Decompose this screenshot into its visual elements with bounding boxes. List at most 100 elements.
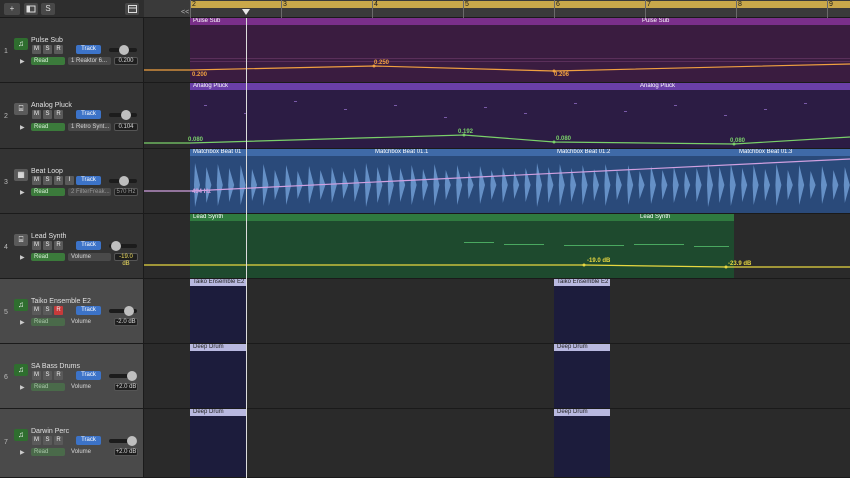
- track-lane-pulse-sub[interactable]: Pulse Sub Pulse Sub 0.200 0.250 0.206: [144, 18, 850, 83]
- mute-button[interactable]: M: [32, 110, 41, 119]
- mute-button[interactable]: M: [32, 371, 41, 380]
- track-automation-button[interactable]: Track: [76, 241, 101, 250]
- fader-knob[interactable]: [127, 436, 137, 446]
- record-enable-button[interactable]: R: [54, 371, 63, 380]
- region-title-bar[interactable]: Deep Drum: [190, 409, 246, 416]
- automation-parameter-select[interactable]: 1 Retro Synt...: [68, 123, 111, 131]
- region-title-bar[interactable]: Deep Drum: [190, 344, 246, 351]
- solo-button[interactable]: S: [43, 241, 52, 250]
- track-header-taiko-ensemble[interactable]: 5 ♫ Taiko Ensemble E2 M S R Track ▶ Read…: [0, 279, 144, 344]
- region-title-bar[interactable]: Deep Drum: [554, 409, 610, 416]
- volume-fader[interactable]: [109, 110, 137, 120]
- automation-parameter-select[interactable]: Volume: [68, 383, 111, 391]
- play-icon[interactable]: ▶: [20, 124, 25, 131]
- automation-value[interactable]: +2.0 dB: [114, 383, 138, 391]
- automation-value[interactable]: 0.104: [114, 123, 138, 131]
- volume-fader[interactable]: [109, 176, 137, 186]
- automation-value[interactable]: -2.0 dB: [114, 318, 138, 326]
- automation-mode-select[interactable]: Read: [31, 318, 65, 326]
- add-track-button[interactable]: +: [4, 3, 20, 15]
- play-icon[interactable]: ▶: [20, 189, 25, 196]
- track-lane-darwin-perc[interactable]: Deep Drum Deep Drum: [144, 409, 850, 478]
- cycle-region[interactable]: [190, 1, 850, 8]
- fader-knob[interactable]: [111, 241, 121, 251]
- record-enable-button[interactable]: R: [54, 436, 63, 445]
- automation-mode-select[interactable]: Read: [31, 383, 65, 391]
- mute-button[interactable]: M: [32, 45, 41, 54]
- mute-button[interactable]: M: [32, 241, 41, 250]
- region-title-bar[interactable]: Taiko Ensemble E2: [190, 279, 246, 286]
- play-icon[interactable]: ▶: [20, 384, 25, 391]
- volume-fader[interactable]: [109, 45, 137, 55]
- track-name[interactable]: Lead Synth: [31, 233, 66, 240]
- track-lane-analog-pluck[interactable]: Analog Pluck Analog Pluck 0.080 0.192 0.…: [144, 83, 850, 149]
- track-header-lead-synth[interactable]: 4 ⌸ Lead Synth M S R Track ▶ Read Volume…: [0, 214, 144, 279]
- play-icon[interactable]: ▶: [20, 254, 25, 261]
- solo-button[interactable]: S: [43, 110, 52, 119]
- midi-region[interactable]: Taiko Ensemble E2: [190, 279, 246, 343]
- track-name[interactable]: Analog Pluck: [31, 102, 72, 109]
- volume-fader[interactable]: [109, 241, 137, 251]
- track-lane-beat-loop[interactable]: Matchbox Beat 01 Matchbox Beat 01.1 Matc…: [144, 149, 850, 214]
- catch-playhead-button[interactable]: [125, 3, 139, 15]
- volume-fader[interactable]: [109, 306, 137, 316]
- midi-region[interactable]: Deep Drum: [190, 344, 246, 408]
- midi-region[interactable]: Deep Drum: [554, 409, 610, 477]
- automation-mode-select[interactable]: Read: [31, 188, 65, 196]
- record-enable-button[interactable]: R: [54, 45, 63, 54]
- track-automation-button[interactable]: Track: [76, 176, 101, 185]
- volume-fader[interactable]: [109, 436, 137, 446]
- track-header-beat-loop[interactable]: 3 ▦ Beat Loop M S R I Track ▶ Read 2 Fil…: [0, 149, 144, 214]
- fader-knob[interactable]: [119, 45, 129, 55]
- track-lane-lead-synth[interactable]: Lead Synth Lead Synth -19.0 dB -23.9 dB: [144, 214, 850, 279]
- solo-button[interactable]: S: [43, 371, 52, 380]
- track-header-sa-bass-drums[interactable]: 6 ♫ SA Bass Drums M S R Track ▶ Read Vol…: [0, 344, 144, 409]
- playhead-marker[interactable]: [242, 9, 250, 15]
- automation-value[interactable]: 570 Hz: [114, 188, 138, 196]
- automation-parameter-select[interactable]: Volume: [68, 318, 111, 326]
- track-header-analog-pluck[interactable]: 2 ⌸ Analog Pluck M S R Track ▶ Read 1 Re…: [0, 83, 144, 149]
- global-tracks-button[interactable]: [24, 3, 38, 15]
- record-enable-button[interactable]: R: [54, 110, 63, 119]
- automation-value[interactable]: +2.0 dB: [114, 448, 138, 456]
- automation-mode-select[interactable]: Read: [31, 448, 65, 456]
- play-icon[interactable]: ▶: [20, 319, 25, 326]
- automation-parameter-select[interactable]: Volume: [68, 448, 111, 456]
- solo-button[interactable]: S: [43, 306, 52, 315]
- midi-region[interactable]: Deep Drum: [190, 409, 246, 477]
- track-header-pulse-sub[interactable]: 1 ♫ Pulse Sub M S R Track ▶ Read 1 Reakt…: [0, 18, 144, 83]
- volume-fader[interactable]: [109, 371, 137, 381]
- midi-region[interactable]: Taiko Ensemble E2: [554, 279, 610, 343]
- fader-knob[interactable]: [124, 306, 134, 316]
- track-name[interactable]: Taiko Ensemble E2: [31, 298, 91, 305]
- track-automation-button[interactable]: Track: [76, 45, 101, 54]
- automation-curve[interactable]: [144, 18, 850, 83]
- automation-curve[interactable]: [144, 149, 850, 214]
- automation-mode-select[interactable]: Read: [31, 253, 65, 261]
- input-monitor-button[interactable]: I: [65, 176, 74, 185]
- automation-mode-select[interactable]: Read: [31, 123, 65, 131]
- track-lane-bass-drums[interactable]: Deep Drum Deep Drum: [144, 344, 850, 409]
- track-automation-button[interactable]: Track: [76, 371, 101, 380]
- fader-knob[interactable]: [121, 110, 131, 120]
- automation-value[interactable]: 0.200: [114, 57, 138, 65]
- midi-region[interactable]: Deep Drum: [554, 344, 610, 408]
- record-enable-button[interactable]: R: [54, 306, 63, 315]
- bar-ruler[interactable]: << 2 3 4 5 6 7 8 9: [144, 0, 850, 18]
- record-enable-button[interactable]: R: [54, 176, 63, 185]
- play-icon[interactable]: ▶: [20, 58, 25, 65]
- automation-parameter-select[interactable]: 1 Reaktor 6...: [68, 57, 111, 65]
- solo-button[interactable]: S: [43, 45, 52, 54]
- track-automation-button[interactable]: Track: [76, 110, 101, 119]
- mute-button[interactable]: M: [32, 306, 41, 315]
- play-icon[interactable]: ▶: [20, 449, 25, 456]
- automation-parameter-select[interactable]: Volume: [68, 253, 111, 261]
- track-automation-button[interactable]: Track: [76, 436, 101, 445]
- mute-button[interactable]: M: [32, 176, 41, 185]
- playhead-line[interactable]: [246, 18, 247, 478]
- track-name[interactable]: Beat Loop: [31, 168, 63, 175]
- ruler-scroll-left-marker[interactable]: <<: [181, 9, 189, 16]
- track-automation-button[interactable]: Track: [76, 306, 101, 315]
- automation-value[interactable]: -19.0 dB: [114, 253, 138, 267]
- solo-mode-button[interactable]: S: [41, 3, 55, 15]
